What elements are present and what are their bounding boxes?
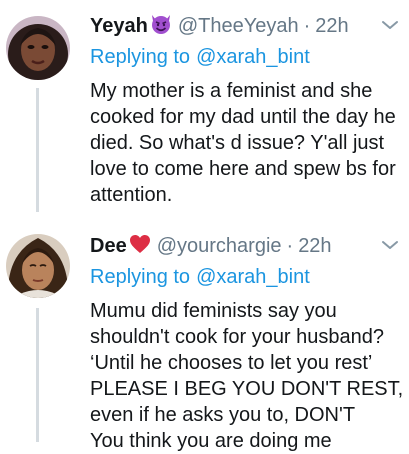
chevron-down-icon[interactable] [381,18,399,30]
tweet[interactable]: Yeyah @TheeYeyah · 22h Replying to @xarah… [0,0,409,215]
tweet-text: Mumu did feminists say you shouldn't coo… [90,298,404,454]
avatar[interactable] [6,16,70,80]
replying-to-label: Replying to [90,46,191,68]
display-name[interactable]: Dee [90,235,127,258]
display-name[interactable]: Yeyah [90,15,148,38]
mention-link[interactable]: @xarah_bint [196,46,310,68]
tweet-text-line: even if he asks you to, DON'T [90,404,356,426]
timestamp[interactable]: 22h [315,15,348,38]
tweet-header: Yeyah @TheeYeyah · 22h [90,8,349,44]
thread-line [36,88,39,212]
tweet-text-line: You think you are doing me [90,430,332,452]
tweet-header: Dee @yourchargie · 22h [90,228,332,264]
tweet-text-line: died. So what's d issue? Y'all just [90,132,385,154]
tweet-text-line: attention. [90,184,173,206]
smiling-devil-emoji-icon [150,13,172,40]
red-heart-emoji-icon [129,234,151,259]
replying-to-label: Replying to [90,266,191,288]
avatar[interactable] [6,234,70,298]
tweet-text: My mother is a feminist and she cooked f… [90,78,402,208]
tweet-text-line: cooked for my dad until the day he [90,106,396,128]
user-handle[interactable]: @yourchargie [157,235,282,258]
separator-dot: · [303,14,311,37]
tweet-text-line: PLEASE I BEG YOU DON'T REST, [90,378,404,400]
tweet-text-line: ‘Until he chooses to let you rest’ [90,352,373,374]
chevron-down-icon[interactable] [381,238,399,250]
timestamp[interactable]: 22h [298,235,331,258]
replying-to: Replying to @xarah_bint [90,46,310,69]
tweet-text-line: Mumu did feminists say you [90,300,337,322]
thread-line [36,308,39,442]
tweet-text-line: My mother is a feminist and she [90,80,373,102]
tweet[interactable]: Dee @yourchargie · 22h Replying to @xarah… [0,220,409,454]
mention-link[interactable]: @xarah_bint [196,266,310,288]
user-handle[interactable]: @TheeYeyah [178,15,299,38]
separator-dot: · [286,234,294,257]
tweet-text-line: love to come here and spew bs for [90,158,396,180]
replying-to: Replying to @xarah_bint [90,266,310,289]
tweet-text-line: shouldn't cook for your husband? [90,326,385,348]
